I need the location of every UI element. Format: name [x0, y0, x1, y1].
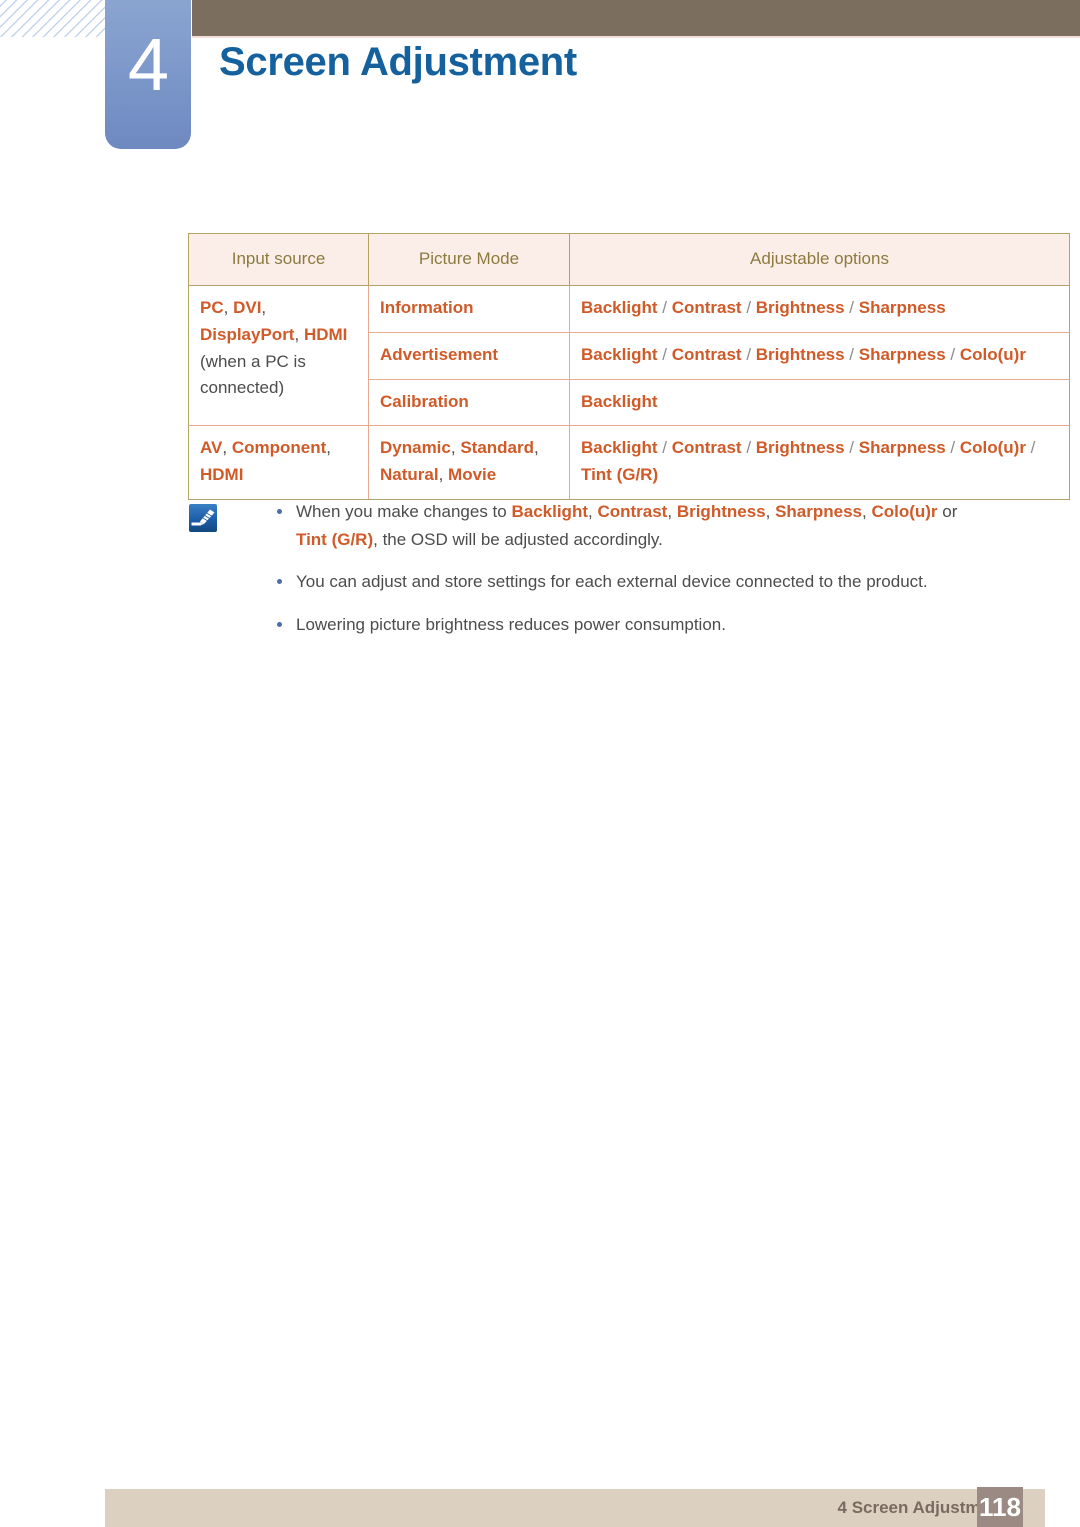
- body-text: When you make changes to: [296, 502, 512, 521]
- option-separator: /: [844, 438, 859, 458]
- body-text: ,: [534, 438, 539, 458]
- highlight-term: AV: [200, 438, 223, 458]
- table-row: PC, DVI, DisplayPort, HDMI (when a PC is…: [188, 284, 1070, 427]
- header-brown-bar: [192, 0, 1080, 36]
- table-body: PC, DVI, DisplayPort, HDMI (when a PC is…: [188, 284, 1070, 501]
- option-term: Sharpness: [858, 344, 946, 364]
- decorative-hatch-pattern: [0, 0, 108, 37]
- list-item: Lowering picture brightness reduces powe…: [276, 611, 988, 639]
- header-underline-rule: [192, 36, 1080, 38]
- cell-options-av: Backlight / Contrast / Brightness / Shar…: [569, 425, 1070, 501]
- cell-picture-mode-calibration: Calibration: [368, 378, 570, 427]
- body-text: or: [937, 502, 958, 521]
- body-text: ,: [450, 438, 461, 458]
- body-text: ,: [222, 438, 232, 458]
- highlight-term: Dynamic: [380, 438, 451, 458]
- body-text: ,: [326, 438, 331, 458]
- option-term: Colo(u)r: [959, 438, 1026, 458]
- chapter-number-badge: 4: [105, 0, 191, 149]
- option-term: Backlight: [581, 438, 658, 458]
- note-block: When you make changes to Backlight, Cont…: [188, 498, 988, 653]
- body-text: , the OSD will be adjusted accordingly.: [373, 529, 663, 549]
- option-separator: /: [945, 438, 960, 458]
- value-picture-mode: Calibration: [380, 391, 469, 411]
- highlight-term: PC: [200, 297, 224, 317]
- cell-input-source-av: AV, Component, HDMI: [188, 425, 369, 501]
- cell-picture-mode-advertisement: Advertisement: [368, 331, 570, 380]
- column-header-picture-mode: Picture Mode: [368, 233, 570, 286]
- body-text: (when a PC is connected): [200, 351, 306, 398]
- highlight-term: DVI: [233, 297, 262, 317]
- highlight-term: DisplayPort: [200, 324, 295, 344]
- option-separator: /: [741, 297, 756, 317]
- cell-input-source-pc: PC, DVI, DisplayPort, HDMI (when a PC is…: [188, 284, 369, 427]
- highlight-term: HDMI: [200, 465, 244, 485]
- highlight-term: Component: [231, 438, 327, 458]
- column-header-input-source: Input source: [188, 233, 369, 286]
- body-text: You can adjust and store settings for ea…: [296, 572, 928, 592]
- option-term: Brightness: [755, 438, 845, 458]
- highlight-term: Tint (G/R): [296, 529, 374, 549]
- option-term: Backlight: [581, 344, 658, 364]
- cell-options-calibration: Backlight: [569, 378, 1070, 427]
- list-item: When you make changes to Backlight, Cont…: [276, 498, 988, 553]
- option-term: Brightness: [755, 297, 845, 317]
- option-term: Colo(u)r: [959, 344, 1026, 364]
- option-separator: /: [844, 344, 859, 364]
- highlight-term: HDMI: [303, 324, 348, 344]
- option-term: Brightness: [755, 344, 845, 364]
- option-separator: /: [657, 297, 672, 317]
- value-picture-mode: Information: [380, 297, 474, 317]
- body-text: ,: [261, 297, 267, 317]
- column-header-adjustable-options: Adjustable options: [569, 233, 1070, 286]
- page-title: Screen Adjustment: [219, 40, 577, 84]
- page-number-badge: 118: [977, 1487, 1023, 1527]
- adjustable-options-table: Input source Picture Mode Adjustable opt…: [188, 233, 1070, 501]
- highlight-term: Sharpness: [775, 502, 862, 521]
- option-separator: /: [657, 438, 672, 458]
- option-term: Backlight: [581, 391, 658, 411]
- list-item: You can adjust and store settings for ea…: [276, 568, 988, 596]
- option-separator: /: [741, 438, 756, 458]
- option-term: Sharpness: [858, 297, 946, 317]
- option-term: Contrast: [671, 344, 742, 364]
- option-separator: /: [1025, 438, 1036, 458]
- highlight-term: Brightness: [676, 502, 766, 521]
- body-text: ,: [294, 324, 304, 344]
- note-bullet-list: When you make changes to Backlight, Cont…: [276, 498, 988, 638]
- option-term: Contrast: [671, 438, 742, 458]
- body-text: ,: [667, 502, 677, 521]
- option-term: Tint (G/R): [581, 465, 659, 485]
- option-term: Sharpness: [858, 438, 946, 458]
- option-term: Contrast: [671, 297, 742, 317]
- option-term: Backlight: [581, 297, 658, 317]
- option-separator: /: [741, 344, 756, 364]
- body-text: ,: [765, 502, 776, 521]
- highlight-term: Standard: [460, 438, 535, 458]
- option-separator: /: [844, 297, 859, 317]
- table-header-row: Input source Picture Mode Adjustable opt…: [188, 233, 1070, 286]
- option-separator: /: [657, 344, 672, 364]
- highlight-term: Natural: [380, 465, 439, 485]
- body-text: ,: [223, 297, 234, 317]
- highlight-term: Contrast: [597, 502, 668, 521]
- highlight-term: Colo(u)r: [871, 502, 938, 521]
- cell-options-advertisement: Backlight / Contrast / Brightness / Shar…: [569, 331, 1070, 380]
- cell-options-information: Backlight / Contrast / Brightness / Shar…: [569, 284, 1070, 333]
- cell-picture-mode-av: Dynamic, Standard, Natural, Movie: [368, 425, 570, 501]
- highlight-term: Movie: [448, 465, 497, 485]
- value-picture-mode: Advertisement: [380, 344, 499, 364]
- body-text: Lowering picture brightness reduces powe…: [296, 614, 726, 634]
- cell-picture-mode-information: Information: [368, 284, 570, 333]
- note-pen-icon: [188, 503, 218, 533]
- highlight-term: Backlight: [511, 502, 588, 521]
- table-row: AV, Component, HDMI Dynamic, Standard, N…: [188, 425, 1070, 501]
- option-separator: /: [945, 344, 960, 364]
- body-text: ,: [438, 465, 449, 485]
